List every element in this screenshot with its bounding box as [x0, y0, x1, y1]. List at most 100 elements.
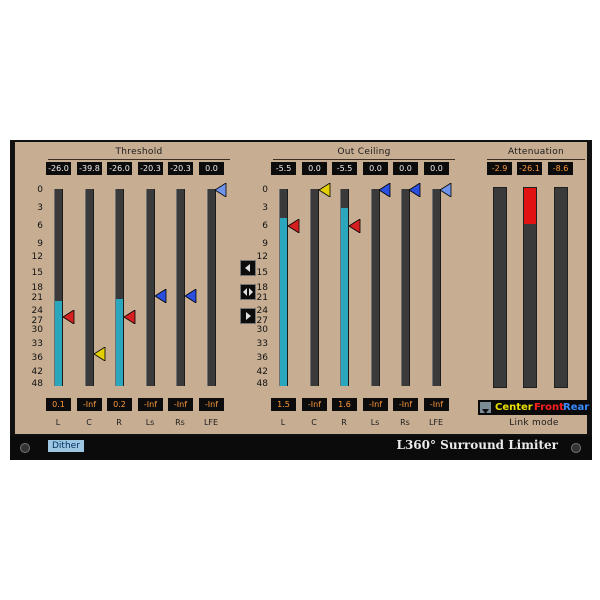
out-ceiling-meter-rs: [401, 189, 410, 386]
channel-label: Rs: [175, 418, 185, 427]
threshold-meter-readout-l: 0.1: [46, 398, 71, 411]
out-ceiling-meter-readout-l: 1.5: [271, 398, 296, 411]
scale-label: 0: [262, 185, 268, 195]
channel-label: R: [341, 418, 347, 427]
out-ceiling-handle-r[interactable]: [349, 219, 361, 233]
link-right-button[interactable]: [240, 308, 256, 324]
threshold-rule: [48, 159, 230, 160]
left-arrow-icon: [245, 264, 250, 272]
channel-label: L: [280, 418, 286, 427]
meter-fill: [55, 301, 62, 386]
attenuation-value-2: -26.1: [517, 162, 542, 175]
out-ceiling-handle-lfe[interactable]: [440, 183, 452, 197]
out-ceiling-handle-c[interactable]: [319, 183, 331, 197]
threshold-handle-ls[interactable]: [155, 289, 167, 303]
out-ceiling-title: Out Ceiling: [337, 147, 391, 157]
threshold-meter-readout-r: 0.2: [107, 398, 132, 411]
attenuation-rule: [487, 159, 585, 160]
scale-label: 33: [256, 339, 268, 349]
threshold-meter-readout-c: -Inf: [77, 398, 102, 411]
channel-label: Ls: [370, 418, 380, 427]
out-ceiling-handle-rs[interactable]: [409, 183, 421, 197]
threshold-meter-ls: [146, 189, 155, 386]
threshold-value-r[interactable]: -26.0: [107, 162, 132, 175]
scale-label: 24: [31, 306, 43, 316]
threshold-meter-r: [115, 189, 124, 386]
main-panel: Threshold Out Ceiling Attenuation -26.0 …: [15, 142, 590, 434]
scale-label: 3: [262, 203, 268, 213]
out-ceiling-meter-l: [279, 189, 288, 386]
scale-label: 42: [31, 367, 43, 377]
threshold-meter-readout-rs: -Inf: [168, 398, 193, 411]
threshold-handle-rs[interactable]: [185, 289, 197, 303]
out-ceiling-value-rs[interactable]: 0.0: [393, 162, 418, 175]
threshold-meter-readout-ls: -Inf: [138, 398, 163, 411]
scale-label: 33: [31, 339, 43, 349]
link-option-front: Front: [534, 402, 564, 413]
out-ceiling-meter-ls: [371, 189, 380, 386]
scale-label: 0: [37, 185, 43, 195]
scale-label: 30: [256, 325, 268, 335]
out-ceiling-value-r[interactable]: -5.5: [332, 162, 357, 175]
left-right-arrow-icon: [243, 288, 253, 296]
plugin-window: Threshold Out Ceiling Attenuation -26.0 …: [10, 140, 592, 460]
threshold-meter-c: [85, 189, 94, 386]
threshold-meter-l: [54, 189, 63, 386]
attenuation-fill: [524, 188, 536, 224]
channel-label: L: [55, 418, 61, 427]
link-both-button[interactable]: [240, 284, 256, 300]
attenuation-value-1: -2.9: [487, 162, 512, 175]
plugin-title: L360° Surround Limiter: [396, 438, 558, 452]
link-option-center: Center: [495, 402, 533, 413]
footer-bar: Dither L360° Surround Limiter: [10, 436, 592, 460]
dropdown-triangle-icon: [482, 409, 489, 414]
out-ceiling-value-l[interactable]: -5.5: [271, 162, 296, 175]
out-ceiling-handle-l[interactable]: [288, 219, 300, 233]
meter-fill: [116, 299, 123, 386]
dropdown-button[interactable]: [480, 402, 491, 414]
threshold-title: Threshold: [115, 147, 163, 157]
threshold-handle-l[interactable]: [63, 310, 75, 324]
link-mode-label: Link mode: [509, 418, 559, 428]
scale-label: 15: [31, 268, 43, 278]
out-ceiling-value-c[interactable]: 0.0: [302, 162, 327, 175]
scale-label: 18: [31, 283, 43, 293]
scale-label: 42: [256, 367, 268, 377]
screw-icon: [571, 443, 581, 453]
link-left-button[interactable]: [240, 260, 256, 276]
out-ceiling-meter-readout-r: 1.6: [332, 398, 357, 411]
scale-label: 3: [37, 203, 43, 213]
out-ceiling-value-ls[interactable]: 0.0: [363, 162, 388, 175]
threshold-handle-lfe[interactable]: [215, 183, 227, 197]
threshold-value-rs[interactable]: -20.3: [168, 162, 193, 175]
scale-label: 9: [262, 239, 268, 249]
out-ceiling-meter-readout-ls: -Inf: [363, 398, 388, 411]
threshold-value-l[interactable]: -26.0: [46, 162, 71, 175]
out-ceiling-meter-readout-c: -Inf: [302, 398, 327, 411]
screw-icon: [20, 443, 30, 453]
meter-fill: [341, 208, 348, 386]
out-ceiling-value-lfe[interactable]: 0.0: [424, 162, 449, 175]
dither-button[interactable]: Dither: [48, 440, 84, 452]
threshold-meter-lfe: [207, 189, 216, 386]
attenuation-meter-2: [523, 187, 537, 388]
scale-label: 30: [31, 325, 43, 335]
scale-label: 21: [31, 293, 43, 303]
scale-label: 6: [262, 221, 268, 231]
out-ceiling-rule: [273, 159, 455, 160]
scale-label: 12: [31, 252, 43, 262]
threshold-value-c[interactable]: -39.8: [77, 162, 102, 175]
threshold-value-lfe[interactable]: 0.0: [199, 162, 224, 175]
out-ceiling-meter-r: [340, 189, 349, 386]
link-mode-selector[interactable]: Center Front Rear: [478, 400, 590, 415]
threshold-value-ls[interactable]: -20.3: [138, 162, 163, 175]
out-ceiling-handle-ls[interactable]: [379, 183, 391, 197]
threshold-handle-r[interactable]: [124, 310, 136, 324]
scale-label: 48: [31, 379, 43, 389]
scale-label: 48: [256, 379, 268, 389]
channel-label: Rs: [400, 418, 410, 427]
out-ceiling-meter-c: [310, 189, 319, 386]
out-ceiling-meter-readout-rs: -Inf: [393, 398, 418, 411]
attenuation-meter-3: [554, 187, 568, 388]
threshold-handle-c[interactable]: [94, 347, 106, 361]
